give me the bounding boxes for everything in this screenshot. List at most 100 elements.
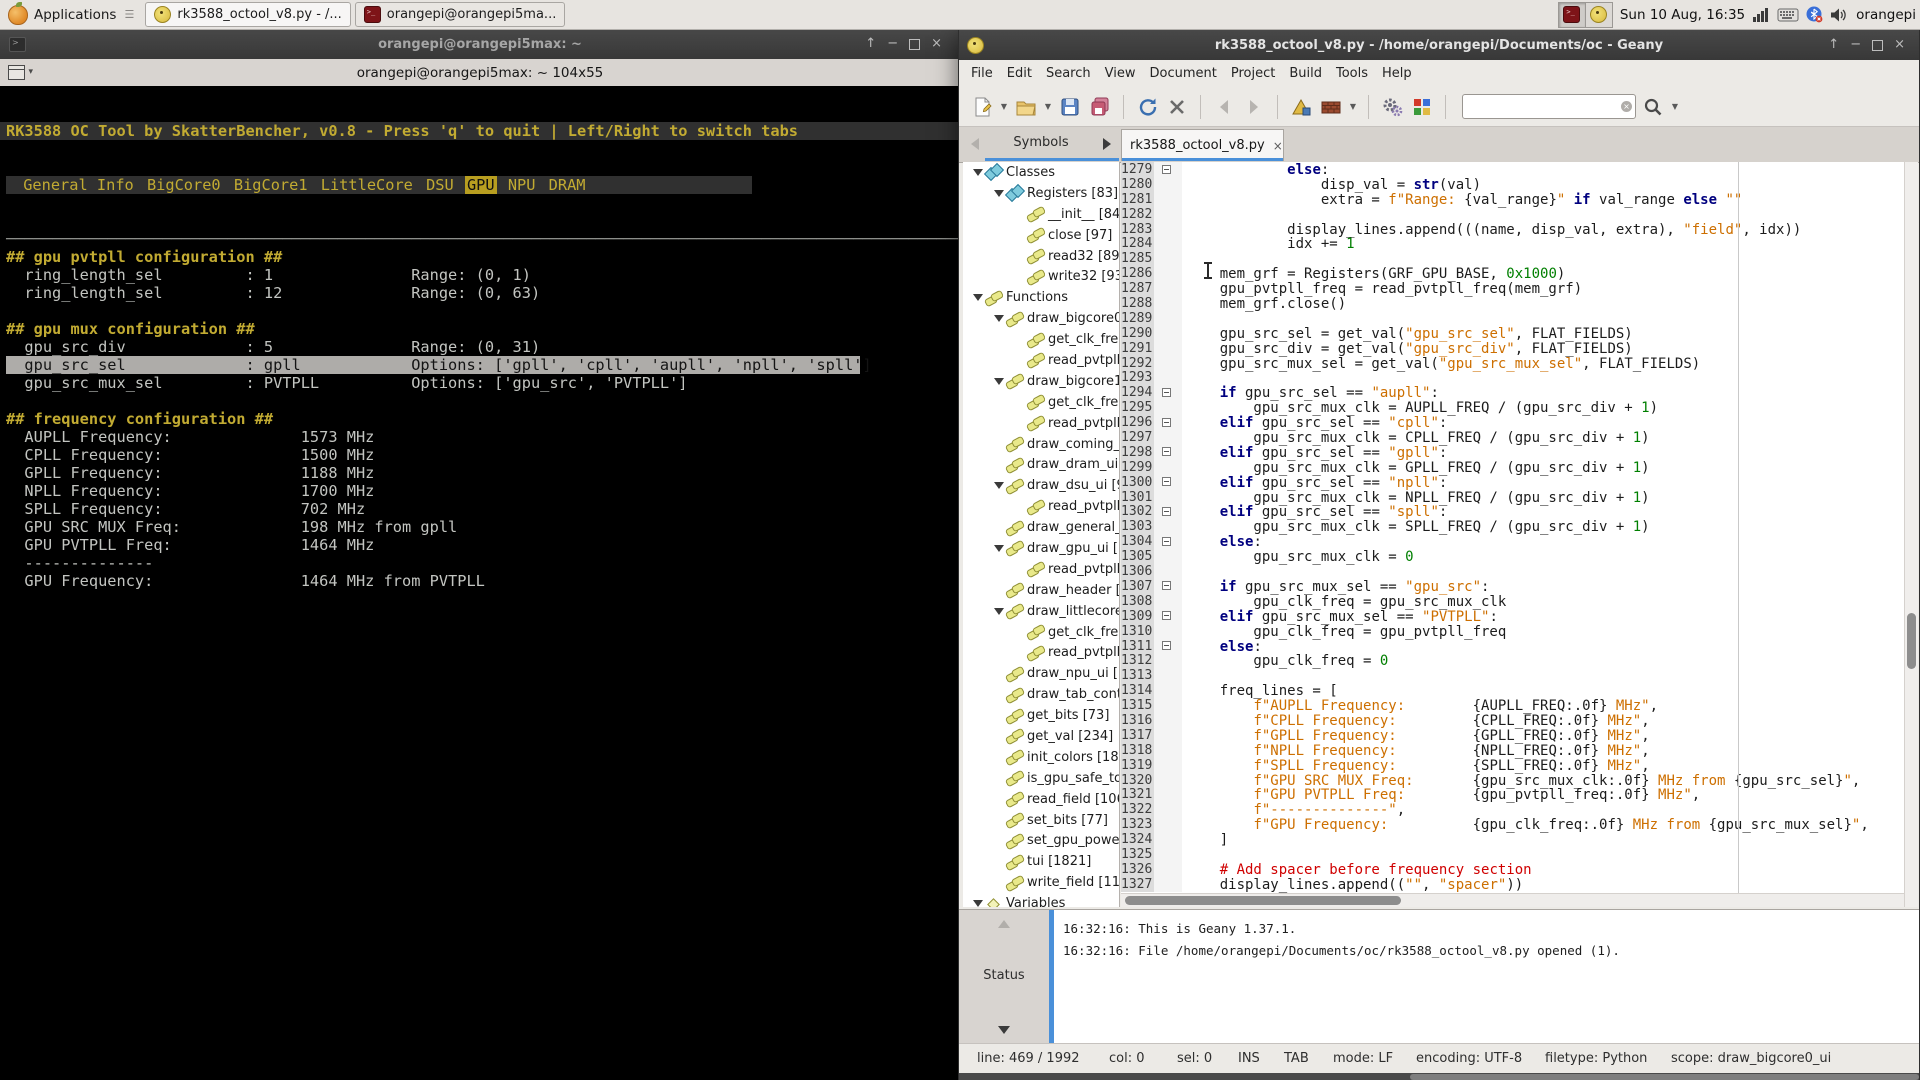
editor-vertical-scrollbar[interactable] bbox=[1904, 162, 1918, 907]
fold-margin[interactable] bbox=[1154, 310, 1182, 326]
fold-margin[interactable] bbox=[1154, 787, 1182, 803]
line-number[interactable]: 1302 bbox=[1121, 504, 1154, 519]
network-signal-icon[interactable] bbox=[1752, 7, 1770, 23]
symbol-item[interactable]: draw_dram_ui [1 bbox=[963, 454, 1119, 475]
symbol-item[interactable]: close [97] bbox=[963, 225, 1119, 246]
close-button[interactable]: × bbox=[931, 29, 942, 59]
fold-margin[interactable] bbox=[1154, 519, 1182, 535]
execute-button[interactable] bbox=[1379, 94, 1405, 120]
symbol-item[interactable]: read_pvtpll_fr bbox=[963, 496, 1119, 517]
line-number[interactable]: 1284 bbox=[1121, 236, 1154, 251]
dropdown-arrow-icon[interactable]: ▼ bbox=[999, 94, 1009, 120]
menu-view[interactable]: View bbox=[1098, 62, 1143, 85]
line-number[interactable]: 1286 bbox=[1121, 266, 1154, 281]
symbol-item[interactable]: read_pvtpll_fr bbox=[963, 350, 1119, 371]
fold-margin[interactable] bbox=[1154, 623, 1182, 639]
menu-build[interactable]: Build bbox=[1282, 62, 1329, 85]
expander-icon[interactable] bbox=[971, 900, 985, 907]
maximize-button[interactable] bbox=[1872, 39, 1884, 51]
line-number[interactable]: 1291 bbox=[1121, 340, 1154, 356]
save-all-button[interactable] bbox=[1087, 94, 1113, 120]
fold-collapse-icon[interactable] bbox=[1162, 417, 1171, 427]
line-number[interactable]: 1312 bbox=[1121, 653, 1154, 668]
document-tab[interactable]: rk3588_octool_v8.py × bbox=[1121, 129, 1284, 161]
symbol-item[interactable]: Classes bbox=[963, 162, 1119, 183]
symbol-item[interactable]: read_pvtpll_fr bbox=[963, 413, 1119, 434]
fold-margin[interactable] bbox=[1154, 430, 1182, 445]
octool-tab-dsu[interactable]: DSU bbox=[424, 176, 456, 194]
symbol-item[interactable]: get_clk_freq [ bbox=[963, 622, 1119, 643]
build-button[interactable] bbox=[1318, 94, 1344, 120]
fold-margin[interactable] bbox=[1154, 489, 1182, 505]
bottom-scrollbar[interactable] bbox=[1410, 1074, 1919, 1080]
line-number[interactable]: 1308 bbox=[1121, 593, 1154, 609]
fold-margin[interactable] bbox=[1154, 355, 1182, 371]
octool-tab-littlecore[interactable]: LittleCore bbox=[319, 176, 415, 194]
fold-margin[interactable] bbox=[1154, 266, 1182, 282]
fold-margin[interactable] bbox=[1154, 504, 1182, 520]
symbol-item[interactable]: read_pvtpll_fr bbox=[963, 642, 1119, 663]
tab-scroll-right-icon[interactable] bbox=[1103, 138, 1111, 150]
geany-titlebar[interactable]: rk3588_octool_v8.py - /home/orangepi/Doc… bbox=[959, 30, 1919, 61]
terminal-tab-label[interactable]: orangepi@orangepi5max: ~ 104x55 bbox=[0, 65, 960, 81]
line-number[interactable]: 1285 bbox=[1121, 251, 1154, 266]
fold-collapse-icon[interactable] bbox=[1162, 477, 1171, 487]
octool-tab-gpu[interactable]: GPU bbox=[464, 176, 497, 194]
fold-margin[interactable] bbox=[1154, 415, 1182, 431]
symbols-sidebar[interactable]: Classes Registers [83] __init__ [84] close … bbox=[963, 162, 1120, 907]
dropdown-arrow-icon[interactable]: ▼ bbox=[1670, 94, 1680, 120]
fold-collapse-icon[interactable] bbox=[1162, 641, 1171, 650]
fold-margin[interactable] bbox=[1154, 325, 1182, 341]
line-number[interactable]: 1307 bbox=[1121, 578, 1154, 594]
fold-margin[interactable] bbox=[1154, 400, 1182, 416]
keyboard-icon[interactable] bbox=[1777, 7, 1799, 23]
open-button[interactable] bbox=[1013, 94, 1039, 120]
line-number[interactable]: 1304 bbox=[1121, 534, 1154, 549]
line-number[interactable]: 1279 bbox=[1121, 162, 1154, 177]
octool-tab-bigcore0[interactable]: BigCore0 bbox=[145, 176, 223, 194]
fold-margin[interactable] bbox=[1154, 459, 1182, 475]
line-number[interactable]: 1300 bbox=[1121, 474, 1154, 490]
symbol-item[interactable]: Registers [83] bbox=[963, 183, 1119, 204]
compile-button[interactable] bbox=[1288, 94, 1314, 120]
color-chooser-button[interactable] bbox=[1409, 94, 1435, 120]
fold-margin[interactable] bbox=[1154, 549, 1182, 565]
symbol-item[interactable]: draw_dsu_ui [96 bbox=[963, 475, 1119, 496]
line-number[interactable]: 1290 bbox=[1121, 325, 1154, 341]
fold-margin[interactable] bbox=[1154, 861, 1182, 877]
symbol-item[interactable]: draw_header [26 bbox=[963, 580, 1119, 601]
line-number[interactable]: 1298 bbox=[1121, 444, 1154, 460]
line-number[interactable]: 1320 bbox=[1121, 772, 1154, 788]
symbol-item[interactable]: read32 [89] bbox=[963, 246, 1119, 267]
dropdown-arrow-icon[interactable]: ▼ bbox=[1348, 94, 1358, 120]
toolbar-search-input[interactable] bbox=[1462, 94, 1636, 119]
symbol-item[interactable]: draw_general_in bbox=[963, 517, 1119, 538]
line-number[interactable]: 1318 bbox=[1121, 742, 1154, 758]
menu-document[interactable]: Document bbox=[1142, 62, 1223, 85]
line-number[interactable]: 1313 bbox=[1121, 668, 1154, 683]
symbol-item[interactable]: read_field [106] bbox=[963, 789, 1119, 810]
menu-project[interactable]: Project bbox=[1224, 62, 1282, 85]
fold-margin[interactable] bbox=[1154, 385, 1182, 401]
line-number[interactable]: 1317 bbox=[1121, 727, 1154, 743]
editor-horizontal-scrollbar[interactable] bbox=[1121, 893, 1905, 907]
fold-margin[interactable] bbox=[1154, 191, 1182, 207]
symbol-item[interactable]: draw_bigcore0_u bbox=[963, 308, 1119, 329]
symbol-item[interactable]: read_pvtpll_fr bbox=[963, 559, 1119, 580]
octool-tab-general-info[interactable]: General Info bbox=[21, 176, 136, 194]
symbol-item[interactable]: draw_bigcore1_u bbox=[963, 371, 1119, 392]
fold-margin[interactable] bbox=[1154, 757, 1182, 773]
fold-margin[interactable] bbox=[1154, 817, 1182, 833]
line-number[interactable]: 1306 bbox=[1121, 564, 1154, 579]
symbol-item[interactable]: draw_coming_so bbox=[963, 434, 1119, 455]
fold-collapse-icon[interactable] bbox=[1162, 611, 1171, 621]
line-number[interactable]: 1305 bbox=[1121, 549, 1154, 564]
symbol-item[interactable]: set_gpu_power_ bbox=[963, 831, 1119, 852]
expander-icon[interactable] bbox=[992, 315, 1006, 323]
shade-button[interactable]: ↑ bbox=[865, 29, 876, 59]
fold-collapse-icon[interactable] bbox=[1162, 164, 1171, 174]
fold-margin[interactable] bbox=[1154, 564, 1182, 579]
tray-terminal-button[interactable] bbox=[1558, 2, 1586, 27]
line-number[interactable]: 1314 bbox=[1121, 683, 1154, 698]
line-number[interactable]: 1283 bbox=[1121, 221, 1154, 237]
